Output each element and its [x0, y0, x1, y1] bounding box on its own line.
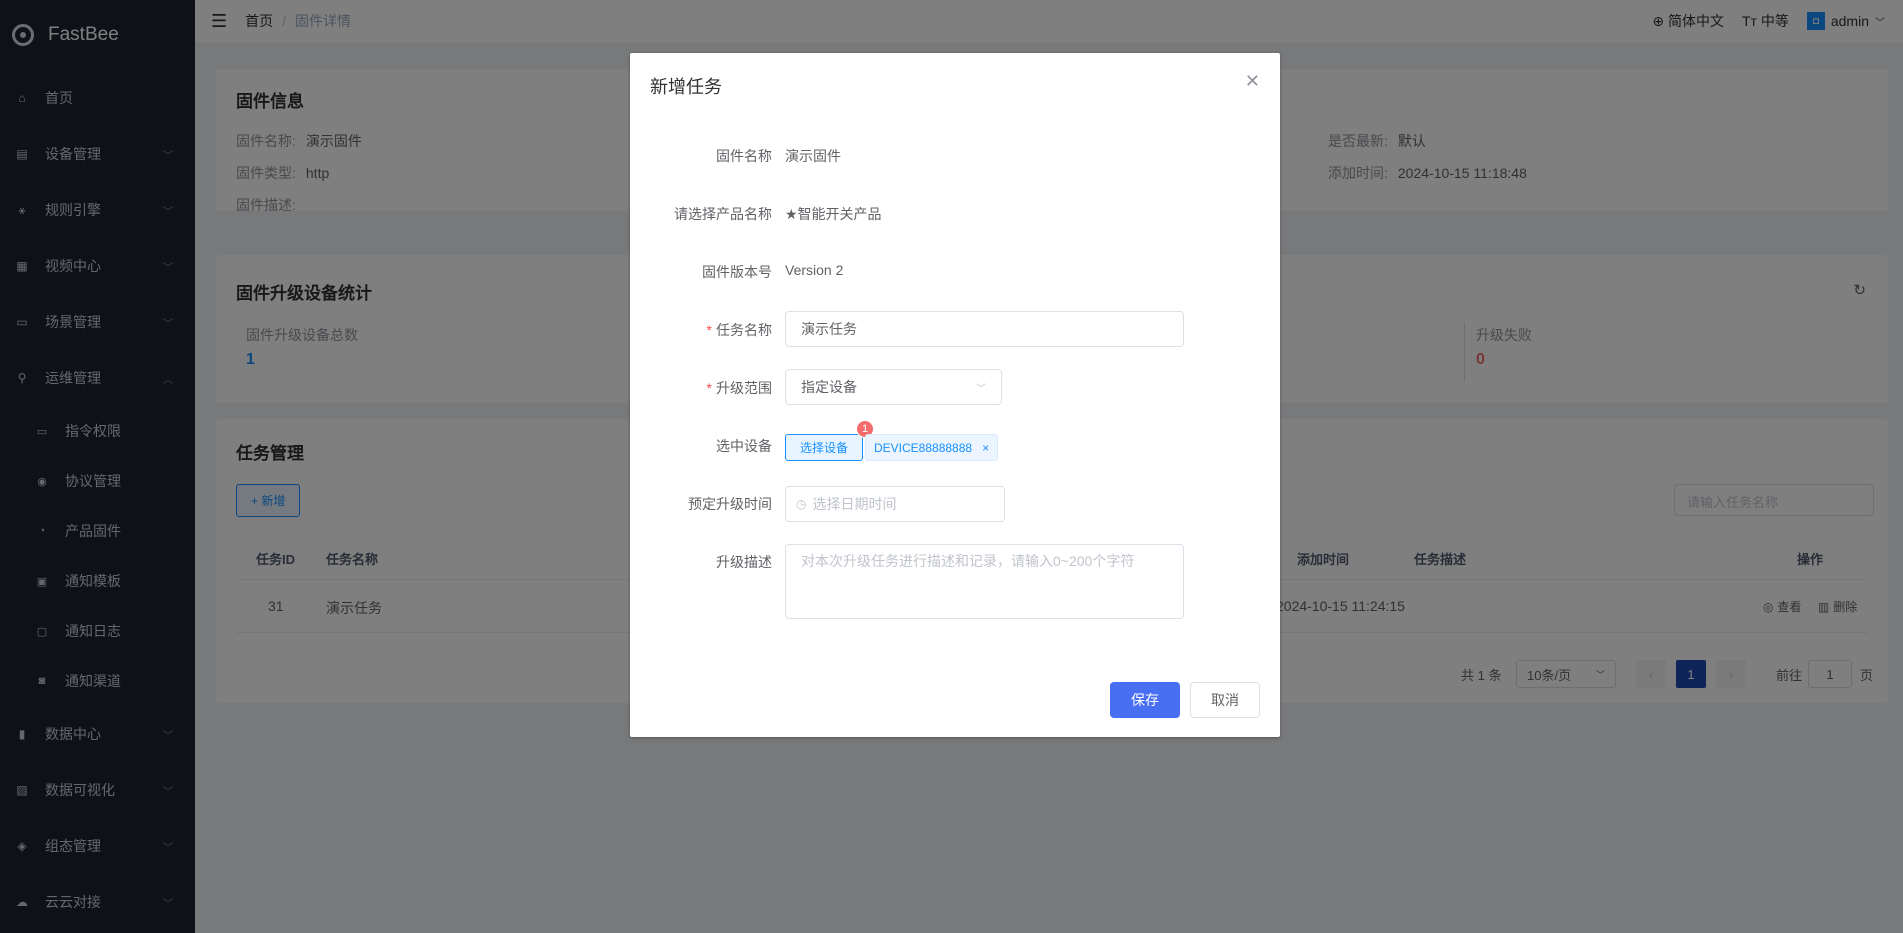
tag-close-icon[interactable]: ×	[982, 441, 989, 455]
cancel-button[interactable]: 取消	[1190, 682, 1260, 718]
dialog-title: 新增任务	[650, 77, 722, 97]
clock-icon: ◷	[796, 497, 807, 511]
version-label: 固件版本号	[702, 264, 772, 280]
firmware-name-value: 演示固件	[785, 148, 841, 164]
close-icon[interactable]: ✕	[1245, 71, 1260, 92]
desc-textarea[interactable]: 对本次升级任务进行描述和记录，请输入0~200个字符	[785, 544, 1184, 619]
select-device-button[interactable]: 选择设备	[785, 434, 864, 461]
version-value: Version 2	[785, 262, 844, 278]
new-task-dialog: 新增任务 ✕ 固件名称 演示固件 请选择产品名称 ★智能开关产品 固件版本号 V…	[630, 53, 1280, 737]
task-name-label: * 任务名称	[706, 322, 772, 338]
firmware-name-label: 固件名称	[716, 148, 772, 164]
chevron-down-icon: ﹀	[976, 383, 986, 395]
save-button[interactable]: 保存	[1110, 682, 1180, 718]
device-tag: DEVICE88888888 ×	[865, 434, 999, 461]
task-name-input[interactable]: 演示任务	[785, 311, 1184, 347]
schedule-label: 预定升级时间	[688, 496, 772, 512]
scope-label: * 升级范围	[706, 380, 772, 396]
schedule-datetime-picker[interactable]: ◷ 选择日期时间	[785, 486, 1005, 522]
devices-label: 选中设备	[716, 438, 772, 454]
scope-select[interactable]: 指定设备 ﹀	[785, 369, 1002, 405]
product-label: 请选择产品名称	[674, 206, 772, 222]
desc-label: 升级描述	[716, 554, 772, 570]
product-value: ★智能开关产品	[785, 206, 882, 222]
